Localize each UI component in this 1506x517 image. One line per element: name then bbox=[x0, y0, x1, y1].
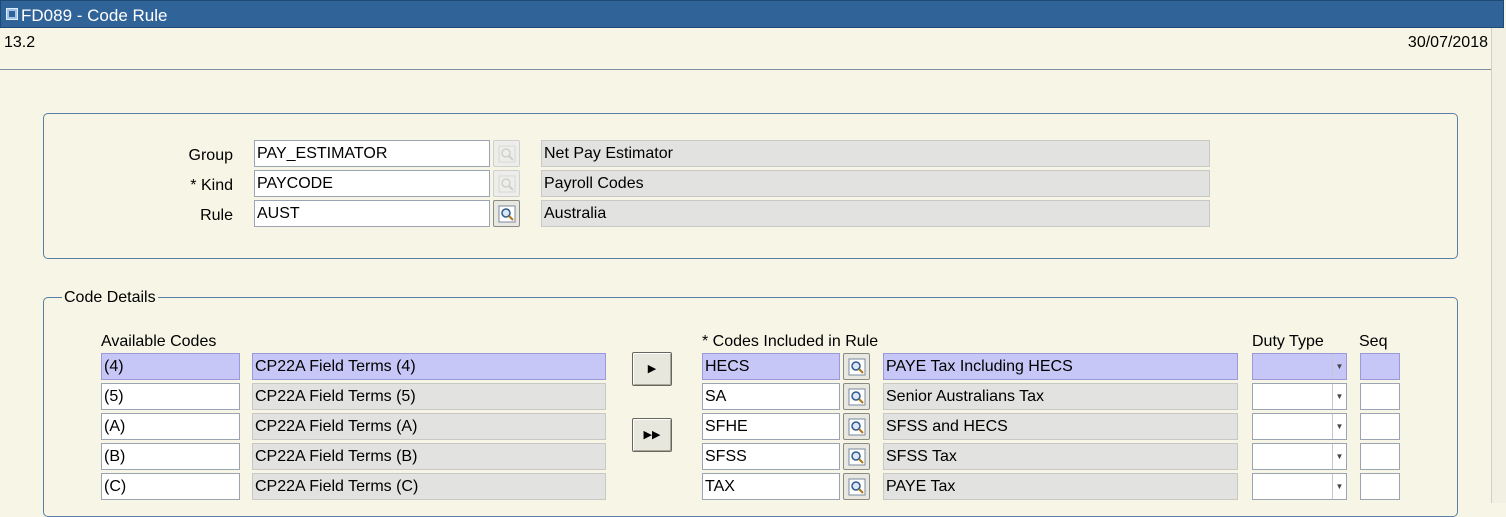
rule-label: Rule bbox=[200, 207, 233, 224]
available-code[interactable]: (A) bbox=[101, 413, 240, 440]
version-label: 13.2 bbox=[4, 34, 36, 51]
available-code[interactable]: (4) bbox=[101, 353, 240, 380]
vertical-scrollbar[interactable] bbox=[1491, 28, 1506, 503]
seq-field[interactable] bbox=[1360, 443, 1400, 470]
chevron-down-icon: ▼ bbox=[1332, 414, 1346, 439]
available-description: CP22A Field Terms (A) bbox=[252, 413, 606, 440]
group-description: Net Pay Estimator bbox=[541, 140, 1210, 167]
included-description: SFSS and HECS bbox=[883, 413, 1238, 440]
group-field[interactable]: PAY_ESTIMATOR bbox=[254, 140, 490, 167]
duty-type-header: Duty Type bbox=[1252, 333, 1324, 350]
magnifier-icon bbox=[848, 388, 866, 406]
group-lov-button[interactable] bbox=[493, 140, 520, 167]
included-code[interactable]: HECS bbox=[702, 353, 840, 380]
rule-lov-button[interactable] bbox=[493, 200, 520, 227]
duty-type-select[interactable]: ▼ bbox=[1252, 443, 1347, 470]
seq-field[interactable] bbox=[1360, 413, 1400, 440]
header-divider bbox=[0, 69, 1491, 70]
group-label: Group bbox=[188, 147, 233, 164]
magnifier-icon bbox=[498, 145, 516, 163]
included-description: Senior Australians Tax bbox=[883, 383, 1238, 410]
duty-type-select[interactable]: ▼ bbox=[1252, 473, 1347, 500]
available-description: CP22A Field Terms (4) bbox=[252, 353, 606, 380]
seq-field[interactable] bbox=[1360, 383, 1400, 410]
kind-lov-button[interactable] bbox=[493, 170, 520, 197]
rule-field[interactable]: AUST bbox=[254, 200, 490, 227]
duty-type-select[interactable]: ▼ bbox=[1252, 383, 1347, 410]
included-code-lov-button[interactable] bbox=[843, 413, 870, 440]
chevron-down-icon: ▼ bbox=[1332, 384, 1346, 409]
seq-field[interactable] bbox=[1360, 473, 1400, 500]
available-description: CP22A Field Terms (5) bbox=[252, 383, 606, 410]
window-title: FD089 - Code Rule bbox=[21, 6, 168, 25]
magnifier-icon bbox=[498, 175, 516, 193]
app-icon bbox=[6, 8, 18, 20]
included-codes-header: * Codes Included in Rule bbox=[702, 333, 879, 350]
chevron-down-icon: ▼ bbox=[1332, 444, 1346, 469]
available-code[interactable]: (B) bbox=[101, 443, 240, 470]
included-description: PAYE Tax bbox=[883, 473, 1238, 500]
rule-description: Australia bbox=[541, 200, 1210, 227]
included-description: SFSS Tax bbox=[883, 443, 1238, 470]
magnifier-icon bbox=[848, 478, 866, 496]
add-selected-button[interactable]: ▶ bbox=[632, 352, 672, 386]
included-code-lov-button[interactable] bbox=[843, 473, 870, 500]
kind-description: Payroll Codes bbox=[541, 170, 1210, 197]
add-all-button[interactable]: ▶▶ bbox=[632, 418, 672, 452]
available-code[interactable]: (5) bbox=[101, 383, 240, 410]
kind-label: * Kind bbox=[190, 177, 233, 194]
seq-field[interactable] bbox=[1360, 353, 1400, 380]
magnifier-icon bbox=[848, 358, 866, 376]
code-details-legend: Code Details bbox=[62, 289, 158, 307]
included-code-lov-button[interactable] bbox=[843, 443, 870, 470]
chevron-down-icon: ▼ bbox=[1332, 354, 1346, 379]
included-code[interactable]: SFSS bbox=[702, 443, 840, 470]
included-code-lov-button[interactable] bbox=[843, 383, 870, 410]
duty-type-select[interactable]: ▼ bbox=[1252, 353, 1347, 380]
included-code-lov-button[interactable] bbox=[843, 353, 870, 380]
magnifier-icon bbox=[848, 448, 866, 466]
magnifier-icon bbox=[498, 205, 516, 223]
included-description: PAYE Tax Including HECS bbox=[883, 353, 1238, 380]
kind-field[interactable]: PAYCODE bbox=[254, 170, 490, 197]
included-code[interactable]: TAX bbox=[702, 473, 840, 500]
included-code[interactable]: SFHE bbox=[702, 413, 840, 440]
duty-type-select[interactable]: ▼ bbox=[1252, 413, 1347, 440]
seq-header: Seq bbox=[1359, 333, 1388, 350]
chevron-down-icon: ▼ bbox=[1332, 474, 1346, 499]
available-codes-header: Available Codes bbox=[101, 333, 217, 350]
magnifier-icon bbox=[848, 418, 866, 436]
available-code[interactable]: (C) bbox=[101, 473, 240, 500]
included-code[interactable]: SA bbox=[702, 383, 840, 410]
available-description: CP22A Field Terms (B) bbox=[252, 443, 606, 470]
available-description: CP22A Field Terms (C) bbox=[252, 473, 606, 500]
window-titlebar: FD089 - Code Rule bbox=[0, 0, 1504, 28]
date-label: 30/07/2018 bbox=[1407, 34, 1488, 51]
